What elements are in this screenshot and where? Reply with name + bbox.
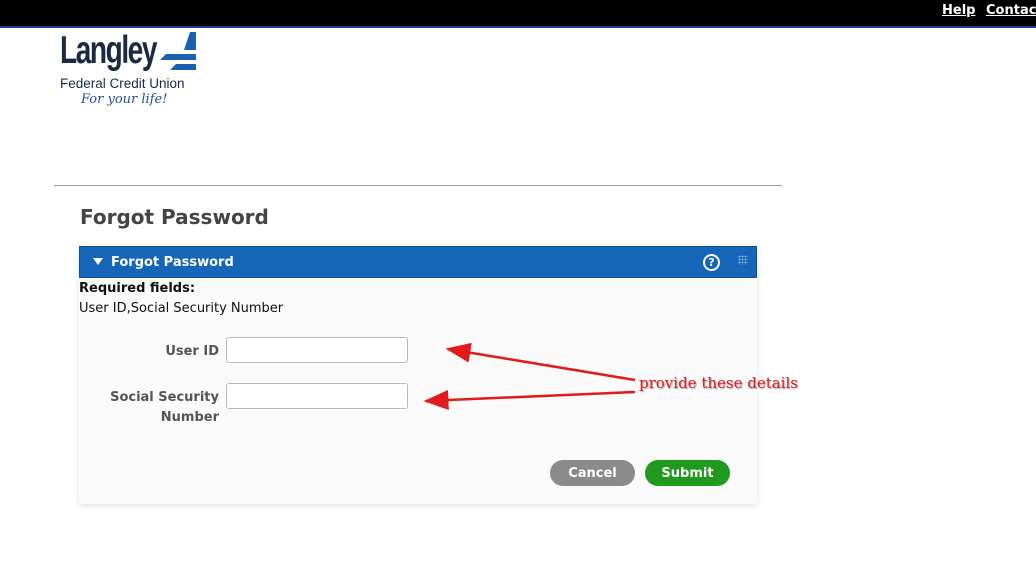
collapse-triangle-icon[interactable] bbox=[93, 258, 103, 265]
ssn-label-line2: Number bbox=[160, 410, 219, 425]
page-title: Forgot Password bbox=[80, 205, 269, 229]
required-fields-title: Required fields: bbox=[79, 281, 196, 296]
submit-button[interactable]: Submit bbox=[645, 460, 730, 486]
cancel-button[interactable]: Cancel bbox=[550, 460, 635, 486]
user-id-input[interactable] bbox=[226, 337, 408, 363]
panel-title: Forgot Password bbox=[111, 255, 234, 270]
header-divider bbox=[54, 185, 782, 186]
required-fields-list: User ID,Social Security Number bbox=[79, 301, 284, 316]
user-id-label: User ID bbox=[165, 344, 219, 359]
help-circle-icon[interactable]: ? bbox=[703, 254, 720, 271]
drag-grip-icon[interactable] bbox=[738, 255, 748, 265]
ssn-label-line1: Social Security bbox=[110, 390, 219, 405]
langley-logo[interactable]: Langley Federal Credit Union For your li… bbox=[58, 30, 208, 118]
top-nav-bar: Help Contact bbox=[0, 0, 1036, 28]
logo-wordmark: Langley bbox=[60, 29, 157, 72]
contact-link[interactable]: Contact bbox=[986, 3, 1036, 18]
annotation-text: provide these details bbox=[639, 374, 798, 392]
help-link[interactable]: Help bbox=[942, 3, 975, 18]
ssn-label: Social Security Number bbox=[99, 388, 219, 428]
ssn-input[interactable] bbox=[226, 383, 408, 409]
panel-header[interactable]: Forgot Password ? bbox=[79, 246, 757, 278]
logo-mark-icon bbox=[160, 32, 196, 70]
logo-tagline: For your life! bbox=[81, 92, 168, 107]
logo-subtitle: Federal Credit Union bbox=[60, 76, 185, 91]
